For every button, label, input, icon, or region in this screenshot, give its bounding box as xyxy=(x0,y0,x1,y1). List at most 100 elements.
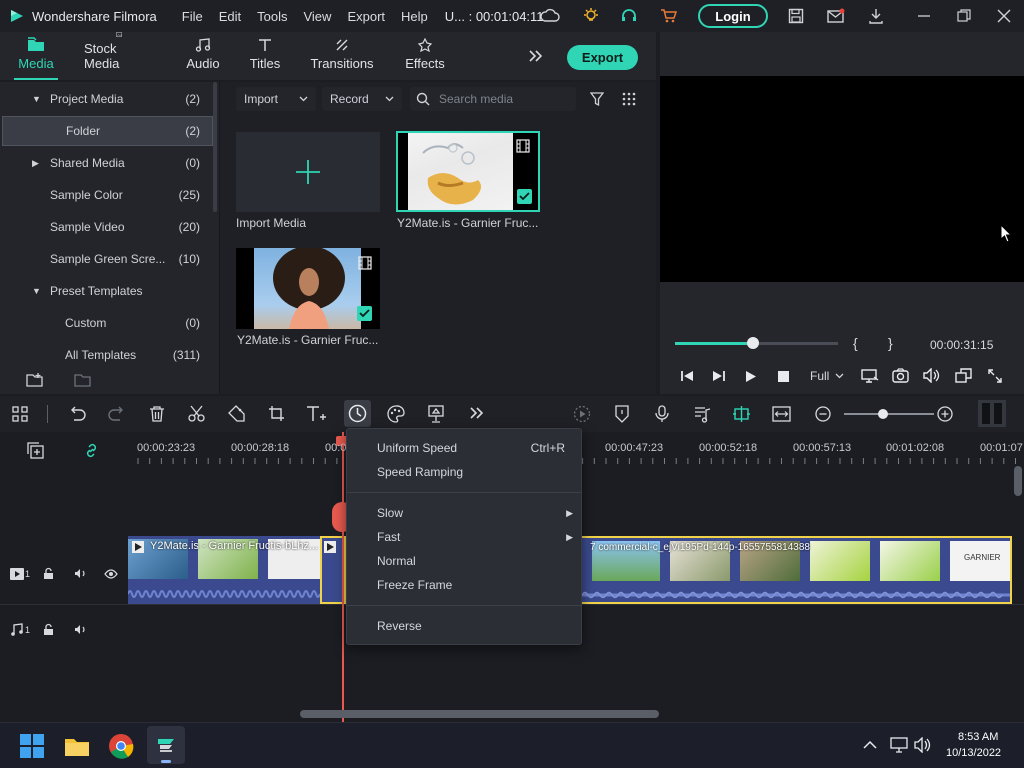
stop-icon[interactable] xyxy=(778,371,789,382)
minimize-icon[interactable] xyxy=(917,9,931,23)
tree-custom[interactable]: Custom (0) xyxy=(0,308,212,338)
tag-label-icon[interactable] xyxy=(228,405,245,422)
cart-icon[interactable] xyxy=(660,7,678,25)
speed-button[interactable] xyxy=(344,400,371,427)
redo-icon[interactable] xyxy=(108,406,126,422)
video-clip-3[interactable]: GARNIER 7 commercial-c_ejVi195Pd-144p-16… xyxy=(582,536,1012,604)
tree-sample-video[interactable]: Sample Video (20) xyxy=(0,212,212,242)
menu-file[interactable]: File xyxy=(182,9,203,24)
playhead-line[interactable] xyxy=(342,432,344,722)
download-icon[interactable] xyxy=(868,8,884,24)
audio-mixer-icon[interactable] xyxy=(694,405,711,423)
tray-chevron-up-icon[interactable] xyxy=(863,740,877,749)
record-dropdown[interactable]: Record xyxy=(322,87,402,111)
lock-icon[interactable] xyxy=(43,623,55,636)
layout-grid-icon[interactable] xyxy=(12,406,28,422)
media-thumbnail-garnier-2[interactable] xyxy=(236,248,380,329)
tree-sample-green-screen[interactable]: Sample Green Scre... (10) xyxy=(0,244,212,274)
menu-item-normal[interactable]: Normal xyxy=(347,550,581,572)
preview-progress-track[interactable] xyxy=(675,337,838,349)
speaker-icon[interactable] xyxy=(74,624,87,635)
zoom-in-icon[interactable] xyxy=(937,406,953,422)
menu-item-slow[interactable]: Slow ▶ xyxy=(347,502,581,524)
search-media-input[interactable]: Search media xyxy=(439,92,513,106)
play-icon[interactable] xyxy=(745,370,757,383)
display-monitor-icon[interactable] xyxy=(861,368,879,384)
tab-transitions[interactable]: Transitions xyxy=(310,32,374,80)
preview-video-canvas[interactable] xyxy=(660,76,1024,282)
filter-icon[interactable] xyxy=(590,91,604,107)
filmora-taskbar-button[interactable] xyxy=(147,726,185,764)
folder-icon[interactable] xyxy=(74,372,92,388)
menu-item-speed-ramping[interactable]: Speed Ramping xyxy=(347,461,581,483)
color-palette-icon[interactable] xyxy=(387,405,405,423)
volume-icon[interactable] xyxy=(923,368,940,383)
step-back-icon[interactable] xyxy=(680,370,694,382)
menu-item-uniform-speed[interactable]: Uniform Speed Ctrl+R xyxy=(347,437,581,459)
menu-item-freeze-frame[interactable]: Freeze Frame xyxy=(347,574,581,596)
search-media-field[interactable]: Search media xyxy=(410,87,576,111)
eye-visibility-icon[interactable] xyxy=(104,569,118,579)
zoom-slider-track[interactable] xyxy=(844,409,934,419)
file-explorer-icon[interactable] xyxy=(64,735,90,757)
tab-stock-media[interactable]: Stock Media xyxy=(84,32,154,80)
save-icon[interactable] xyxy=(788,8,804,24)
export-button[interactable]: Export xyxy=(567,45,638,70)
add-track-icon[interactable] xyxy=(27,442,44,459)
marker-shield-icon[interactable] xyxy=(614,405,630,423)
delete-trash-icon[interactable] xyxy=(149,405,165,422)
timeline-vertical-scrollbar[interactable] xyxy=(1014,466,1022,496)
add-text-icon[interactable] xyxy=(306,405,328,422)
mark-out-button[interactable]: } xyxy=(888,335,893,351)
tab-media[interactable]: Media xyxy=(14,32,58,80)
more-tabs-chevron-icon[interactable] xyxy=(528,49,544,63)
track-view-toggle[interactable] xyxy=(978,400,1006,427)
menu-edit[interactable]: Edit xyxy=(219,9,241,24)
more-tools-chevron-icon[interactable] xyxy=(469,406,485,420)
media-thumbnail-garnier-1[interactable] xyxy=(396,131,540,212)
tray-volume-icon[interactable] xyxy=(914,737,932,753)
tree-folder[interactable]: Folder (2) xyxy=(2,116,213,146)
chrome-browser-icon[interactable] xyxy=(108,733,134,759)
login-button[interactable]: Login xyxy=(698,4,768,28)
menu-item-reverse[interactable]: Reverse xyxy=(347,615,581,637)
lock-icon[interactable] xyxy=(43,567,55,580)
tree-scrollbar[interactable] xyxy=(213,82,217,212)
fullscreen-expand-icon[interactable] xyxy=(988,369,1002,383)
menu-help[interactable]: Help xyxy=(401,9,428,24)
close-icon[interactable] xyxy=(997,9,1011,23)
render-preview-icon[interactable] xyxy=(573,405,591,423)
quality-dropdown[interactable]: Full xyxy=(810,367,852,385)
tree-all-templates[interactable]: All Templates (311) xyxy=(0,340,212,370)
video-clip-1[interactable]: Y2Mate.is - Garnier Fructis-bLhz... xyxy=(128,536,320,604)
import-media-tile[interactable] xyxy=(236,132,380,212)
cloud-icon[interactable] xyxy=(540,8,560,24)
undo-icon[interactable] xyxy=(68,406,86,422)
tab-audio[interactable]: Audio xyxy=(184,32,222,80)
network-icon[interactable] xyxy=(890,737,908,753)
green-screen-icon[interactable] xyxy=(427,405,445,423)
zoom-out-icon[interactable] xyxy=(815,406,831,422)
tree-shared-media[interactable]: ▶ Shared Media (0) xyxy=(0,148,212,178)
link-chain-icon[interactable] xyxy=(83,442,100,459)
idea-bulb-icon[interactable] xyxy=(582,7,600,25)
mail-icon[interactable] xyxy=(827,8,845,24)
step-forward-icon[interactable] xyxy=(712,370,726,382)
menu-view[interactable]: View xyxy=(303,9,331,24)
speaker-icon[interactable] xyxy=(74,568,87,579)
windows-start-icon[interactable] xyxy=(20,734,44,758)
fit-timeline-icon[interactable] xyxy=(772,406,791,422)
menu-export[interactable]: Export xyxy=(347,9,385,24)
tree-sample-color[interactable]: Sample Color (25) xyxy=(0,180,212,210)
tree-project-media[interactable]: ▼ Project Media (2) xyxy=(0,84,212,114)
split-scissors-icon[interactable] xyxy=(188,405,205,422)
restore-icon[interactable] xyxy=(957,9,971,23)
zoom-slider-handle[interactable] xyxy=(878,409,888,419)
tab-effects[interactable]: Effects xyxy=(404,32,446,80)
new-folder-icon[interactable] xyxy=(26,372,44,388)
mark-in-button[interactable]: { xyxy=(853,335,858,351)
pip-layout-icon[interactable] xyxy=(955,368,972,383)
timeline-horizontal-scrollbar[interactable] xyxy=(300,710,659,718)
crop-icon[interactable] xyxy=(268,405,285,422)
tree-preset-templates[interactable]: ▼ Preset Templates xyxy=(0,276,212,306)
